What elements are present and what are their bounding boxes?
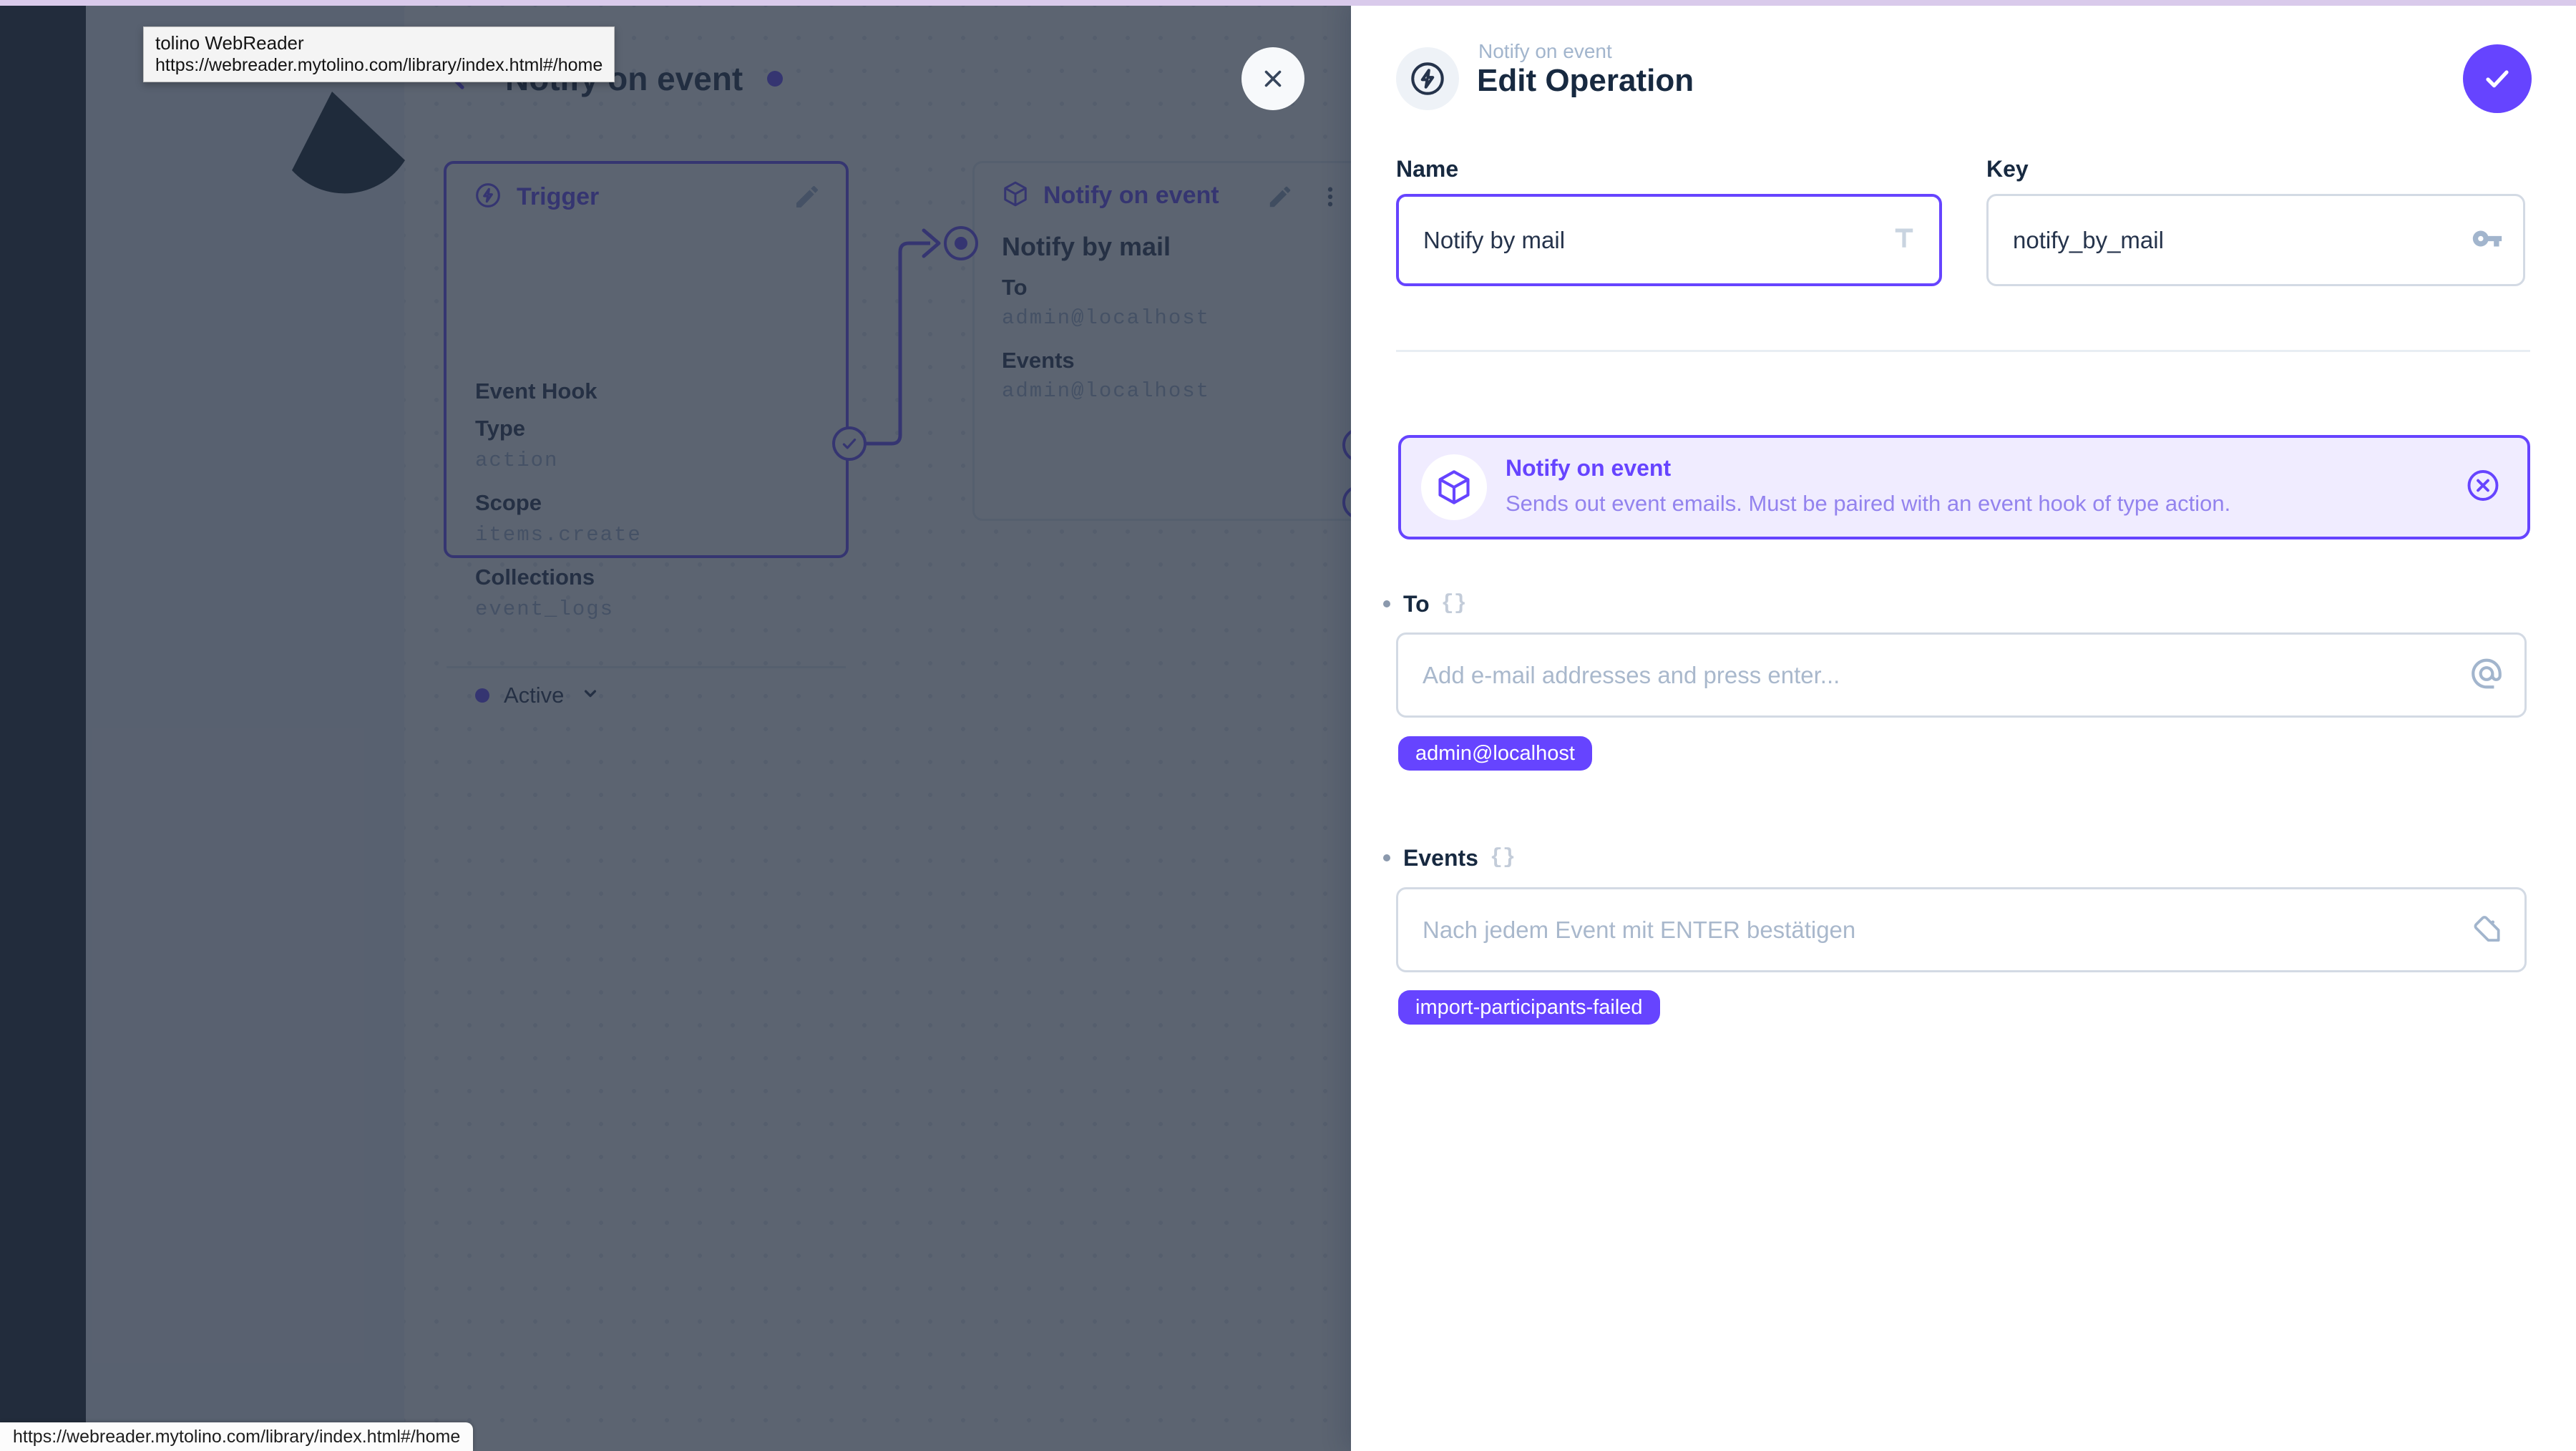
directus-flows-screen: Notify on event Trigger Event Hook Type … (0, 0, 2576, 1451)
mouse-cursor (292, 92, 405, 194)
tooltip-url: https://webreader.mytolino.com/library/i… (155, 55, 603, 75)
key-field-label: Key (1986, 156, 2029, 182)
notice-title: Notify on event (1506, 455, 1672, 481)
save-button[interactable] (2463, 44, 2532, 113)
notice-description: Sends out event emails. Must be paired w… (1506, 491, 2231, 516)
operation-notice: Notify on event Sends out event emails. … (1398, 435, 2530, 539)
tooltip-title: tolino WebReader (155, 32, 304, 54)
name-input[interactable] (1399, 197, 1939, 283)
to-input-wrapper (1396, 632, 2527, 718)
drawer-breadcrumb: Notify on event (1478, 40, 1612, 62)
key-input[interactable] (1989, 196, 2523, 284)
name-input-wrapper (1396, 194, 1942, 286)
required-dot (1383, 600, 1390, 607)
tag-icon (2474, 915, 2500, 942)
event-chip[interactable]: import-participants-failed (1398, 990, 1660, 1025)
title-icon (1889, 223, 1919, 257)
box-icon (1438, 470, 1470, 504)
bolt-circle-icon (1411, 62, 1444, 95)
browser-status-bar: https://webreader.mytolino.com/library/i… (0, 1422, 474, 1451)
close-icon (1264, 70, 1282, 87)
drawer-separator (1396, 350, 2530, 352)
link-tooltip: tolino WebReader https://webreader.mytol… (143, 26, 615, 82)
notice-icon-circle (1421, 454, 1487, 520)
to-field-label-row: To {} (1383, 588, 1467, 620)
status-url: https://webreader.mytolino.com/library/i… (13, 1426, 461, 1447)
key-icon (2472, 223, 2503, 258)
braces-icon[interactable]: {} (1441, 592, 1467, 616)
key-input-wrapper (1986, 194, 2525, 286)
tag-icon (2469, 910, 2504, 949)
at-email-icon (2469, 655, 2504, 695)
notice-dismiss-icon[interactable] (2464, 467, 2502, 508)
window-top-edge (0, 0, 2576, 6)
events-field-label: Events (1403, 844, 1478, 871)
drawer-backdrop[interactable] (0, 0, 1351, 1451)
required-dot (1383, 854, 1390, 861)
check-icon (2486, 70, 2509, 88)
drawer-title: Edit Operation (1477, 63, 1694, 98)
chip-label: admin@localhost (1415, 741, 1575, 765)
events-input-wrapper (1396, 887, 2527, 972)
braces-icon[interactable]: {} (1490, 846, 1516, 870)
to-input[interactable] (1398, 635, 2524, 715)
drawer-header-icon-circle (1396, 47, 1459, 110)
name-field-label: Name (1396, 156, 1459, 182)
circled-x-icon (2467, 470, 2499, 501)
close-drawer-button[interactable] (1241, 47, 1304, 110)
email-chip[interactable]: admin@localhost (1398, 736, 1592, 771)
chip-label: import-participants-failed (1415, 995, 1643, 1019)
events-input[interactable] (1398, 889, 2524, 970)
events-field-label-row: Events {} (1383, 842, 1516, 874)
to-field-label: To (1403, 590, 1430, 617)
